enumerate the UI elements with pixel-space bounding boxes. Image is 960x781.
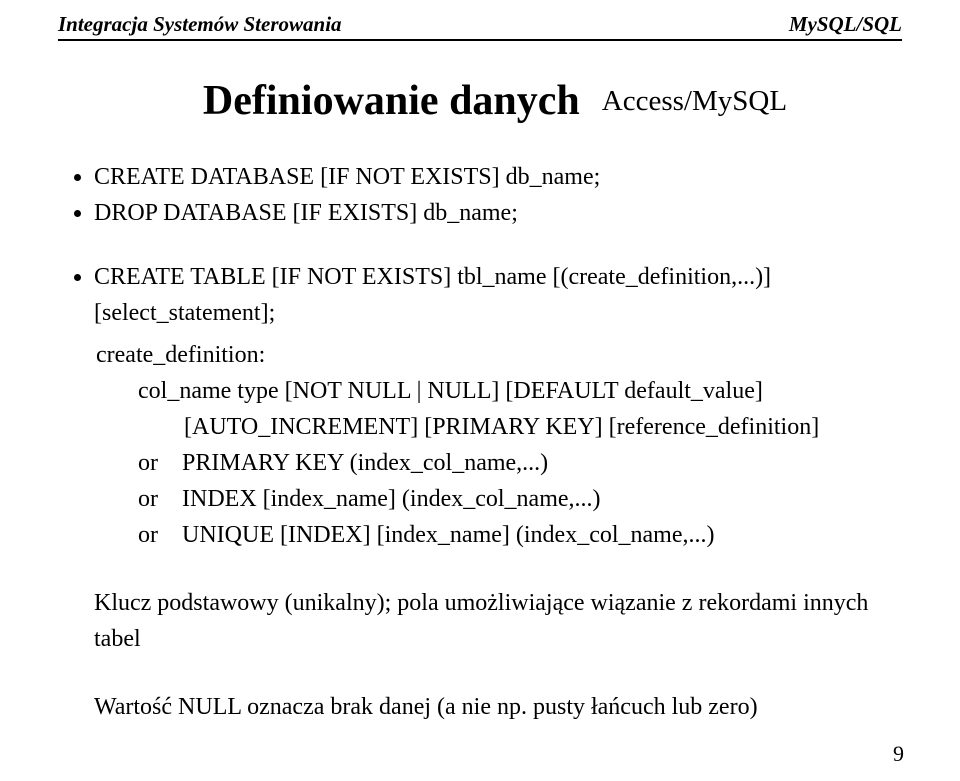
bullet-list: CREATE TABLE [IF NOT EXISTS] tbl_name [(…	[58, 259, 902, 331]
page-header: Integracja Systemów Sterowania MySQL/SQL	[58, 12, 902, 39]
definition-text: PRIMARY KEY (index_col_name,...)	[182, 450, 548, 476]
definition-text: INDEX [index_name] (index_col_name,...)	[182, 486, 601, 512]
page-container: Integracja Systemów Sterowania MySQL/SQL…	[0, 0, 960, 781]
page-title: Definiowanie danych	[203, 78, 580, 124]
bullet-item: DROP DATABASE [IF EXISTS] db_name;	[94, 195, 902, 231]
bullet-list: CREATE DATABASE [IF NOT EXISTS] db_name;…	[58, 159, 902, 231]
page-subtitle: Access/MySQL	[602, 85, 787, 117]
bullet-item: CREATE DATABASE [IF NOT EXISTS] db_name;	[94, 159, 902, 195]
definition-or-row: orINDEX [index_name] (index_col_name,...…	[138, 481, 902, 517]
page-number: 9	[893, 741, 904, 767]
definition-line: [AUTO_INCREMENT] [PRIMARY KEY] [referenc…	[184, 409, 902, 445]
or-keyword: or	[138, 481, 182, 517]
spacer	[58, 237, 902, 259]
definition-label: create_definition:	[96, 337, 902, 373]
definition-or-row: orUNIQUE [INDEX] [index_name] (index_col…	[138, 517, 902, 553]
header-rule	[58, 39, 902, 41]
definition-text: UNIQUE [INDEX] [index_name] (index_col_n…	[182, 522, 715, 548]
create-definition-block: create_definition: col_name type [NOT NU…	[94, 337, 902, 553]
or-keyword: or	[138, 517, 182, 553]
bullet-item: CREATE TABLE [IF NOT EXISTS] tbl_name [(…	[94, 259, 902, 331]
header-left: Integracja Systemów Sterowania	[58, 12, 342, 37]
note-text: Klucz podstawowy (unikalny); pola umożli…	[94, 585, 902, 657]
definition-or-row: orPRIMARY KEY (index_col_name,...)	[138, 445, 902, 481]
header-right: MySQL/SQL	[789, 12, 902, 37]
note-text: Wartość NULL oznacza brak danej (a nie n…	[94, 689, 902, 725]
or-keyword: or	[138, 445, 182, 481]
title-row: Definiowanie danych Access/MySQL	[88, 77, 902, 125]
definition-line: col_name type [NOT NULL | NULL] [DEFAULT…	[138, 373, 902, 409]
notes-block: Klucz podstawowy (unikalny); pola umożli…	[94, 585, 902, 725]
